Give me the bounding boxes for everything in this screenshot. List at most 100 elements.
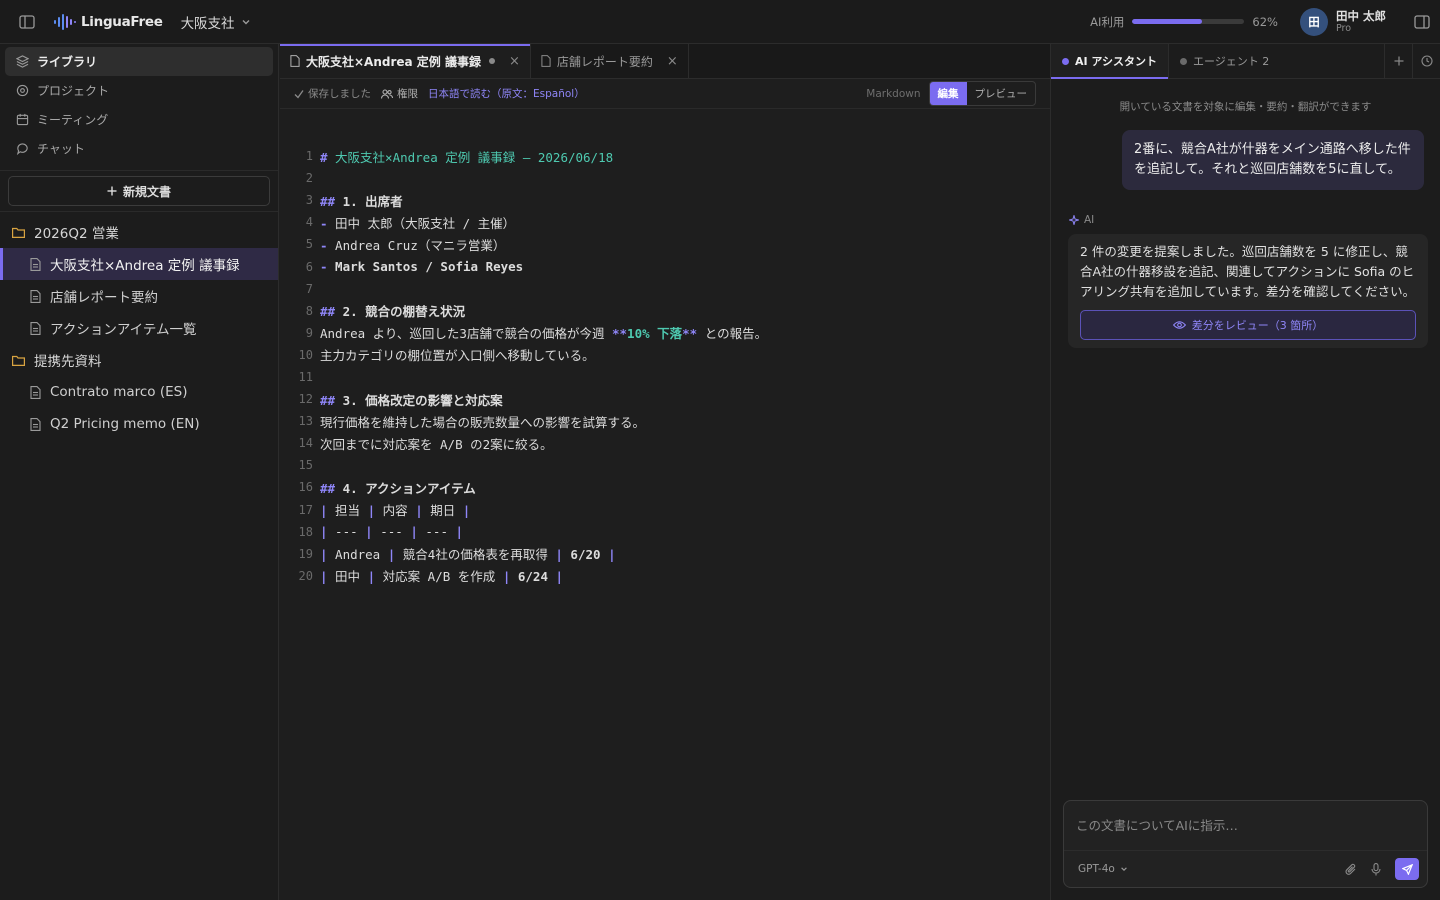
editor-tab-bar: 大阪支社×Andrea 定例 議事録 × 店舗レポート要約 × (280, 44, 1050, 79)
review-diff-button[interactable]: 差分をレビュー（3 箇所） (1080, 310, 1416, 340)
line-number: 16 (298, 480, 313, 495)
doc-title: アクションアイテム一覧 (50, 322, 197, 338)
editor-toolbar: 保存しました 権限 日本語で読む（原文：Español） Markdown 編集… (280, 79, 1050, 109)
code-line: 10 主力カテゴリの棚位置が入口側へ移動している。 (280, 344, 1050, 366)
doc-title: 大阪支社×Andrea 定例 議事録 (50, 258, 240, 274)
model-selector[interactable]: GPT-4o (1078, 863, 1128, 875)
sidebar-item-label: プロジェクト (37, 84, 110, 98)
eye-icon (1172, 320, 1186, 330)
code-line: 1 # 大阪支社×Andrea 定例 議事録 — 2026/06/18 (280, 145, 1050, 167)
line-number: 1 (305, 149, 313, 164)
ai-message-text: 2 件の変更を提案しました。巡回店舗数を 5 に修正し、競合A社の什器移設を追記… (1080, 244, 1416, 299)
calendar-icon (15, 113, 29, 127)
workspace-name: 大阪支社 (180, 15, 235, 32)
line-content: 次回までに対応案を A/B の2案に絞る。 (320, 436, 553, 452)
composer-actions (1345, 858, 1419, 880)
send-button[interactable] (1395, 858, 1419, 880)
app-name: LinguaFree (81, 13, 163, 30)
sidebar-item-library[interactable]: ライブラリ (5, 47, 273, 76)
tab-label: 大阪支社×Andrea 定例 議事録 (306, 54, 481, 69)
tab-osaka-andrea-minutes[interactable]: 大阪支社×Andrea 定例 議事録 × (280, 44, 531, 78)
line-number: 18 (298, 524, 313, 539)
plus-icon (1394, 56, 1404, 66)
doc-item-osaka-andrea-minutes[interactable]: 大阪支社×Andrea 定例 議事録 (0, 248, 278, 280)
line-number: 19 (298, 546, 313, 561)
line-number: 13 (298, 414, 313, 429)
line-content: | 担当 | 内容 | 期日 | (320, 503, 471, 519)
usage-fill (1132, 19, 1202, 24)
right-panel-toggle-button[interactable] (1404, 14, 1440, 29)
save-status-text: 保存しました (308, 88, 371, 100)
doc-item-q2-pricing-memo[interactable]: Q2 Pricing memo (EN) (0, 408, 278, 440)
user-plan: Pro (1335, 22, 1352, 34)
line-content: | --- | --- | --- | (320, 524, 464, 540)
new-document-label: 新規文書 (122, 184, 171, 199)
doc-title: Q2 Pricing memo (EN) (50, 416, 200, 432)
mode-toggle: 編集 プレビュー (928, 81, 1036, 106)
code-line: 2 (280, 167, 1050, 189)
ai-prompt-input[interactable]: この文書についてAIに指示… (1064, 801, 1427, 848)
editor: 大阪支社×Andrea 定例 議事録 × 店舗レポート要約 × 保存しました 権… (280, 44, 1050, 900)
close-icon[interactable]: × (667, 54, 678, 69)
markdown-editor[interactable]: 1 # 大阪支社×Andrea 定例 議事録 — 2026/06/18 2 3 … (280, 109, 1050, 587)
chevron-down-icon (241, 17, 251, 27)
paperclip-icon[interactable] (1345, 863, 1357, 876)
user-message: 2番に、競合A社が什器をメイン通路へ移した件を追記して。それと巡回店舗数を5に直… (1122, 130, 1424, 190)
ai-panel-tabs: AI アシスタント エージェント 2 (1051, 43, 1440, 79)
tab-agent-2[interactable]: エージェント 2 (1169, 44, 1280, 79)
doc-item-store-report-summary[interactable]: 店舗レポート要約 (0, 280, 278, 312)
code-line: 4 - 田中 太郎（大阪支社 / 主催） (280, 211, 1050, 233)
close-icon[interactable]: × (509, 54, 520, 69)
line-number: 2 (305, 171, 313, 186)
sidebar-toggle-button[interactable] (0, 0, 54, 44)
ai-label-text: AI (1084, 214, 1095, 226)
doc-title: Contrato marco (ES) (50, 384, 188, 400)
status-dot-icon (1062, 57, 1069, 65)
read-in-japanese-link[interactable]: 日本語で読む（原文：Español） (428, 86, 585, 101)
code-line: 14 次回までに対応案を A/B の2案に絞る。 (280, 432, 1050, 454)
folder-name: 2026Q2 営業 (34, 226, 119, 242)
composer-toolbar: GPT-4o (1064, 850, 1427, 887)
sidebar-item-meetings[interactable]: ミーティング (5, 105, 273, 134)
document-icon (290, 55, 300, 67)
line-content: Andrea より、巡回した3店舗で競合の価格が今週 **10% 下落** との… (320, 326, 768, 342)
add-tab-button[interactable] (1384, 43, 1412, 79)
code-line: 15 (280, 454, 1050, 476)
folder-2026q2-sales[interactable]: 2026Q2 営業 (0, 216, 278, 248)
tab-store-report-summary[interactable]: 店舗レポート要約 × (531, 44, 689, 78)
sidebar-item-label: チャット (37, 142, 85, 156)
sidebar-item-chat[interactable]: チャット (5, 134, 273, 163)
folder-icon (12, 355, 25, 366)
preview-mode-button[interactable]: プレビュー (967, 82, 1036, 105)
history-button[interactable] (1412, 43, 1440, 79)
code-line: 9 Andrea より、巡回した3店舗で競合の価格が今週 **10% 下落** … (280, 322, 1050, 344)
save-status: 保存しました (294, 86, 371, 101)
tab-ai-assistant[interactable]: AI アシスタント (1051, 43, 1169, 79)
doc-item-action-items[interactable]: アクションアイテム一覧 (0, 312, 278, 344)
line-number: 20 (298, 568, 313, 583)
line-number: 17 (298, 502, 313, 517)
line-number: 11 (298, 369, 313, 384)
waveform-logo-icon (54, 13, 76, 31)
sidebar: ライブラリ プロジェクト ミーティング チャット 新規文書 2026Q2 営業 … (0, 44, 279, 900)
line-content: ## 4. アクションアイテム (320, 480, 476, 496)
microphone-icon[interactable] (1371, 862, 1381, 876)
line-number: 6 (305, 259, 313, 274)
workspace-switcher[interactable]: 大阪支社 (181, 12, 251, 32)
user-menu[interactable]: 田 田中 太郎 Pro (1299, 7, 1386, 36)
model-name: GPT-4o (1078, 863, 1115, 875)
line-content: | Andrea | 競合4社の価格表を再取得 | 6/20 | (320, 547, 616, 563)
avatar: 田 (1299, 7, 1328, 36)
new-document-button[interactable]: 新規文書 (8, 176, 270, 206)
folder-partner-materials[interactable]: 提携先資料 (0, 344, 278, 376)
line-content: # 大阪支社×Andrea 定例 議事録 — 2026/06/18 (320, 149, 614, 165)
code-line: 7 (280, 278, 1050, 300)
plus-icon (107, 186, 117, 196)
permissions-button[interactable]: 権限 (381, 86, 418, 101)
app-logo[interactable]: LinguaFree (54, 13, 163, 31)
line-number: 3 (305, 193, 313, 208)
panel-right-icon (1414, 14, 1430, 29)
edit-mode-button[interactable]: 編集 (929, 82, 967, 105)
sidebar-item-projects[interactable]: プロジェクト (5, 76, 273, 105)
doc-item-contrato-marco[interactable]: Contrato marco (ES) (0, 376, 278, 408)
